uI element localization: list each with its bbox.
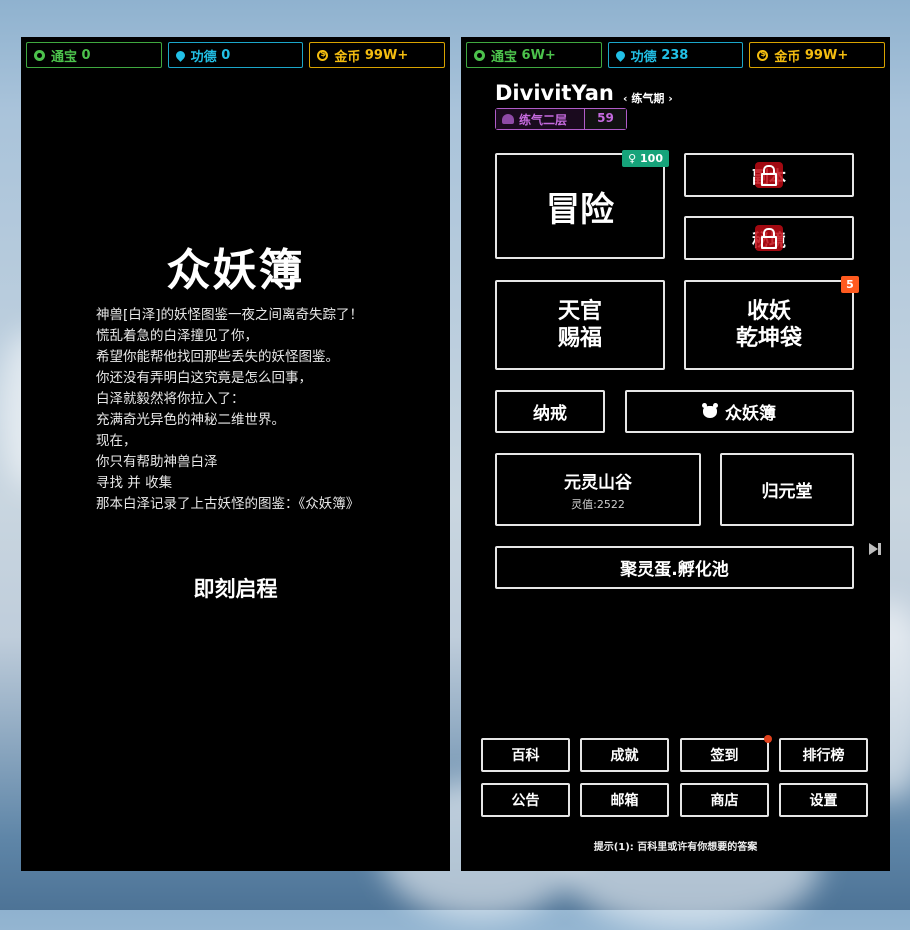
intro-story: 神兽[白泽]的妖怪图鉴一夜之间离奇失踪了！ 慌乱着急的白泽撞见了你， 希望你能帮… — [96, 305, 363, 515]
menu-checkin-button[interactable]: 签到 — [680, 735, 772, 772]
dungeon-button[interactable]: 副本 — [684, 153, 854, 197]
storage-ring-button[interactable]: 纳戒 — [495, 390, 605, 433]
level-label: 练气二层 — [519, 112, 568, 127]
menu-label: 百科 — [511, 748, 540, 764]
resource-gongde[interactable]: 功德 0 — [167, 42, 304, 68]
blessing-line2: 赐福 — [557, 326, 602, 351]
guiyuan-hall-button[interactable]: 归元堂 — [720, 453, 854, 526]
bear-icon — [702, 402, 718, 418]
bestiary-button[interactable]: 众妖簿 — [625, 390, 854, 433]
resource-gold[interactable]: 金币 99W+ — [309, 42, 446, 68]
intro-title: 众妖簿 — [166, 245, 305, 296]
resource-value: 0 — [81, 47, 91, 63]
resource-label: 金币 — [334, 49, 361, 65]
story-line: 你只有帮助神兽白泽 — [96, 454, 218, 470]
level-value: 59 — [584, 109, 626, 129]
secret-realm-button[interactable]: 秘境 — [684, 216, 854, 260]
menu-label: 签到 — [710, 748, 739, 764]
story-line: 现在， — [96, 433, 137, 449]
resource-label: 金币 — [774, 49, 801, 65]
spirit-value: 灵值:2522 — [571, 497, 625, 511]
story-line: 神兽[白泽]的妖怪图鉴一夜之间离奇失踪了！ — [96, 307, 364, 323]
menu-label: 排行榜 — [802, 748, 845, 764]
story-line: 你还没有弄明白这究竟是怎么回事， — [96, 370, 312, 386]
menu-achievements-button[interactable]: 成就 — [580, 738, 669, 772]
bestiary-label: 众妖簿 — [725, 404, 776, 424]
menu-label: 设置 — [809, 793, 838, 809]
adventure-button[interactable]: 冒险 ♀ 100 — [495, 150, 669, 259]
menu-mailbox-button[interactable]: 邮箱 — [580, 783, 669, 817]
menu-label: 成就 — [610, 748, 639, 764]
resource-gongde[interactable]: 功德 238 — [607, 42, 744, 68]
resource-value: 6W+ — [521, 47, 556, 63]
level-badge: 练气二层 59 — [495, 108, 627, 130]
main-menu-screen: 通宝 6W+ 功德 238 金币 99W+ DivivitYan ‹ 练气期 ›… — [461, 37, 890, 871]
token-icon — [474, 49, 485, 61]
story-line: 白泽就毅然将你拉入了： — [96, 391, 245, 407]
blessing-line1: 天官 — [557, 299, 602, 324]
story-line: 充满奇光异色的神秘二维世界。 — [96, 412, 285, 428]
resource-label: 功德 — [190, 49, 217, 65]
notification-dot — [764, 735, 772, 743]
demon-bag-line2: 乾坤袋 — [735, 326, 802, 351]
player-name: DivivitYan — [495, 81, 614, 105]
menu-label: 邮箱 — [610, 793, 639, 809]
hatchery-label: 聚灵蛋.孵化池 — [620, 560, 729, 580]
resource-value: 99W+ — [364, 47, 409, 63]
menu-leaderboard-button[interactable]: 排行榜 — [779, 738, 868, 772]
menu-shop-button[interactable]: 商店 — [680, 783, 769, 817]
resource-bar: 通宝 0 功德 0 金币 99W+ — [26, 42, 446, 68]
resource-bar: 通宝 6W+ 功德 238 金币 99W+ — [466, 42, 886, 68]
resource-value: 99W+ — [804, 47, 849, 63]
lock-icon — [755, 225, 783, 251]
menu-announcement-button[interactable]: 公告 — [481, 783, 570, 817]
guiyuan-hall-label: 归元堂 — [761, 482, 813, 502]
skip-forward-icon[interactable] — [868, 542, 882, 556]
spirit-valley-button[interactable]: 元灵山谷 灵值:2522 — [495, 453, 701, 526]
merit-drop-icon — [173, 48, 187, 62]
menu-label: 商店 — [710, 793, 739, 809]
cultivation-icon — [502, 114, 514, 124]
token-icon — [34, 49, 45, 61]
storage-ring-label: 纳戒 — [533, 404, 567, 424]
merit-drop-icon — [613, 48, 627, 62]
blessing-button[interactable]: 天官 赐福 — [495, 280, 665, 370]
menu-settings-button[interactable]: 设置 — [779, 783, 868, 817]
hatchery-button[interactable]: 聚灵蛋.孵化池 — [495, 546, 854, 589]
demon-bag-button[interactable]: 收妖 乾坤袋 5 — [684, 276, 859, 370]
resource-label: 功德 — [630, 49, 657, 65]
coin-icon — [757, 49, 769, 61]
stamina-badge: ♀ 100 — [622, 150, 669, 167]
menu-wiki-button[interactable]: 百科 — [481, 738, 570, 772]
resource-value: 238 — [661, 47, 689, 63]
demon-bag-line1: 收妖 — [746, 299, 791, 324]
intro-screen: 通宝 0 功德 0 金币 99W+ 众妖簿 神兽[白泽]的妖怪图鉴一夜之间离奇失… — [21, 37, 450, 871]
resource-tongbao[interactable]: 通宝 6W+ — [466, 42, 602, 68]
story-line: 希望你能帮他找回那些丢失的妖怪图鉴。 — [96, 349, 339, 365]
start-journey-button[interactable]: 即刻启程 — [21, 573, 450, 603]
hint-text: 提示(1): 百科里或许有你想要的答案 — [593, 842, 758, 853]
lock-icon — [755, 162, 783, 188]
adventure-label: 冒险 — [546, 189, 614, 230]
notification-count-badge: 5 — [841, 276, 859, 293]
story-line: 寻找 并 收集 — [96, 475, 173, 491]
menu-label: 公告 — [511, 793, 540, 809]
resource-tongbao[interactable]: 通宝 0 — [26, 42, 162, 68]
coin-icon — [317, 49, 329, 61]
spirit-valley-label: 元灵山谷 — [564, 472, 632, 493]
story-line: 那本白泽记录了上古妖怪的图鉴：《众妖簿》 — [96, 496, 360, 512]
resource-gold[interactable]: 金币 99W+ — [749, 42, 886, 68]
story-line: 慌乱着急的白泽撞见了你， — [96, 328, 258, 344]
resource-label: 通宝 — [51, 49, 78, 65]
player-stage: ‹ 练气期 › — [623, 92, 673, 105]
resource-value: 0 — [221, 47, 231, 63]
resource-label: 通宝 — [491, 49, 518, 65]
